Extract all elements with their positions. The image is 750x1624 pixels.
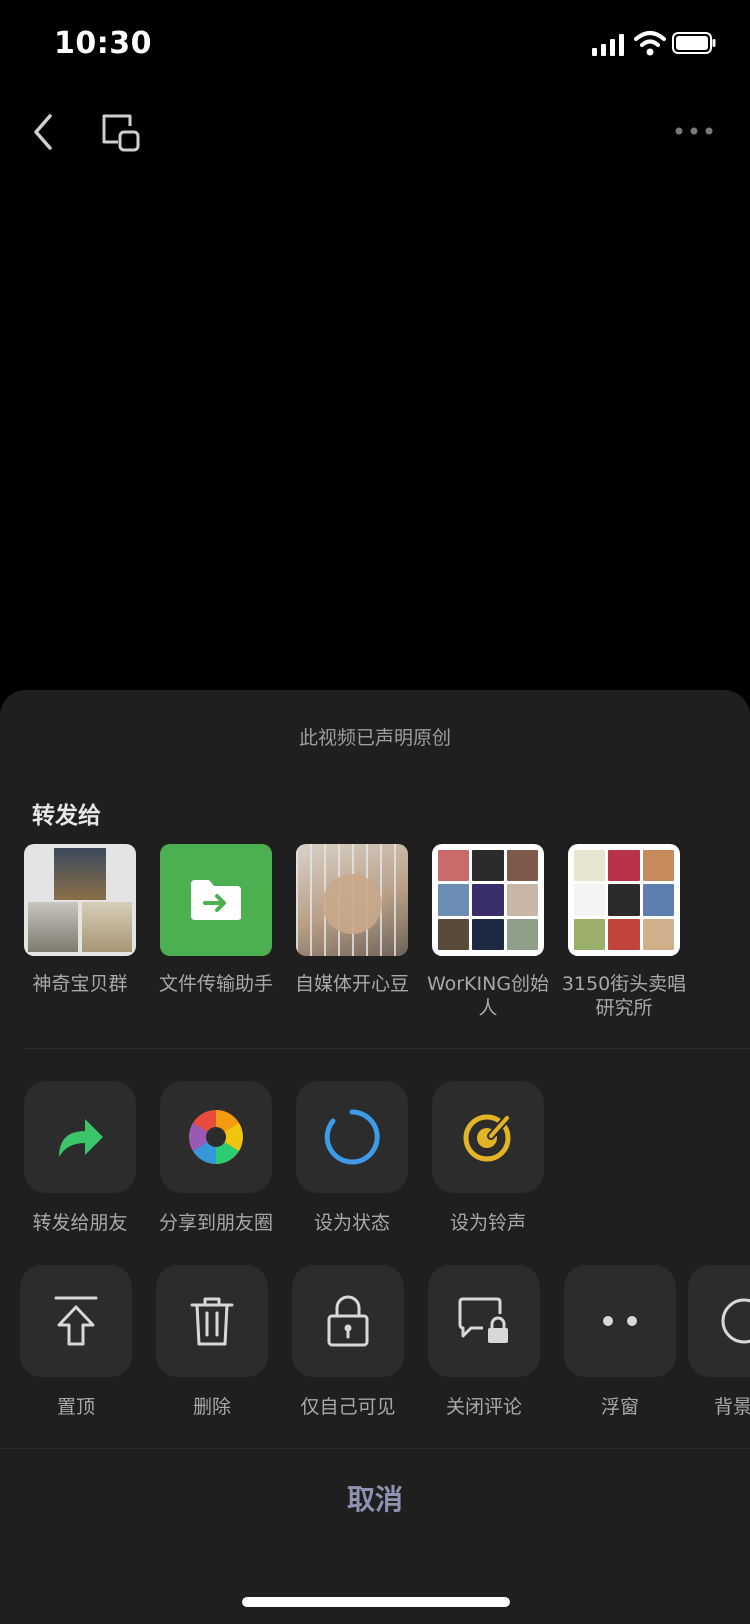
action-label: 设为状态 [313, 1212, 390, 1234]
action-label: 仅自己可见 [300, 1396, 396, 1418]
status-ring-icon [324, 1109, 380, 1165]
home-indicator[interactable] [242, 1597, 510, 1607]
contact-name: 神奇宝贝群 [32, 973, 128, 995]
action-label: 关闭评论 [445, 1396, 522, 1418]
group-avatar [568, 844, 680, 956]
set-status-button[interactable]: 设为状态 [284, 1081, 420, 1235]
contact-item[interactable]: 自媒体开心豆 [288, 844, 416, 996]
more-dots-icon[interactable] [674, 124, 714, 138]
delete-button[interactable]: 删除 [144, 1265, 280, 1419]
share-to-title: 转发给 [32, 803, 101, 829]
moments-aperture-icon [189, 1110, 243, 1164]
contact-item[interactable]: 神奇宝贝群 [16, 844, 144, 996]
close-comments-button[interactable]: 关闭评论 [416, 1265, 552, 1419]
group-avatar [24, 844, 136, 956]
trash-icon [190, 1297, 234, 1346]
action-label: 转发给朋友 [32, 1212, 128, 1234]
cellular-signal-icon [592, 34, 626, 56]
original-notice: 此视频已声明原创 [298, 727, 451, 749]
background-icon [721, 1298, 750, 1344]
contact-name: 自媒体开心豆 [294, 973, 409, 995]
floating-window-button[interactable]: 浮窗 [552, 1265, 688, 1419]
action-label: 置顶 [56, 1396, 95, 1418]
comment-lock-icon [458, 1297, 508, 1343]
folder-arrow-icon [191, 880, 241, 920]
action-label: 删除 [192, 1396, 231, 1418]
contact-item[interactable]: WorKING创始人 [424, 844, 552, 1020]
group-avatar [432, 844, 544, 956]
background-play-button[interactable]: 背景 [688, 1265, 750, 1435]
contact-name: 3150街头卖唱研究所 [561, 973, 687, 1019]
contact-name: WorKING创始人 [426, 973, 550, 1019]
file-transfer-avatar [160, 844, 272, 956]
status-time: 10:30 [54, 26, 152, 61]
floating-window-icon [603, 1316, 637, 1326]
ringtone-icon [463, 1114, 511, 1162]
cancel-button[interactable]: 取消 [0, 1478, 750, 1518]
divider [24, 1048, 750, 1049]
lock-icon [327, 1295, 369, 1347]
action-label: 浮窗 [600, 1396, 639, 1418]
mini-window-icon[interactable] [100, 112, 142, 154]
action-label: 背景 [714, 1396, 750, 1418]
share-moments-button[interactable]: 分享到朋友圈 [148, 1081, 284, 1235]
contact-item[interactable]: 3150街头卖唱研究所 [560, 844, 688, 1020]
wifi-icon [634, 31, 666, 56]
action-label: 分享到朋友圈 [158, 1212, 273, 1234]
battery-icon [672, 32, 716, 54]
forward-to-friend-button[interactable]: 转发给朋友 [12, 1081, 148, 1235]
pin-top-icon [54, 1296, 98, 1346]
pin-top-button[interactable]: 置顶 [8, 1265, 144, 1419]
forward-arrow-icon [59, 1119, 103, 1157]
cat-avatar [296, 844, 408, 956]
set-ringtone-button[interactable]: 设为铃声 [420, 1081, 556, 1235]
back-chevron-icon[interactable] [26, 108, 66, 156]
private-visibility-button[interactable]: 仅自己可见 [280, 1265, 416, 1419]
action-label: 设为铃声 [449, 1212, 526, 1234]
contact-item[interactable]: 文件传输助手 [152, 844, 280, 996]
contact-name: 文件传输助手 [158, 973, 273, 995]
divider [0, 1448, 750, 1449]
